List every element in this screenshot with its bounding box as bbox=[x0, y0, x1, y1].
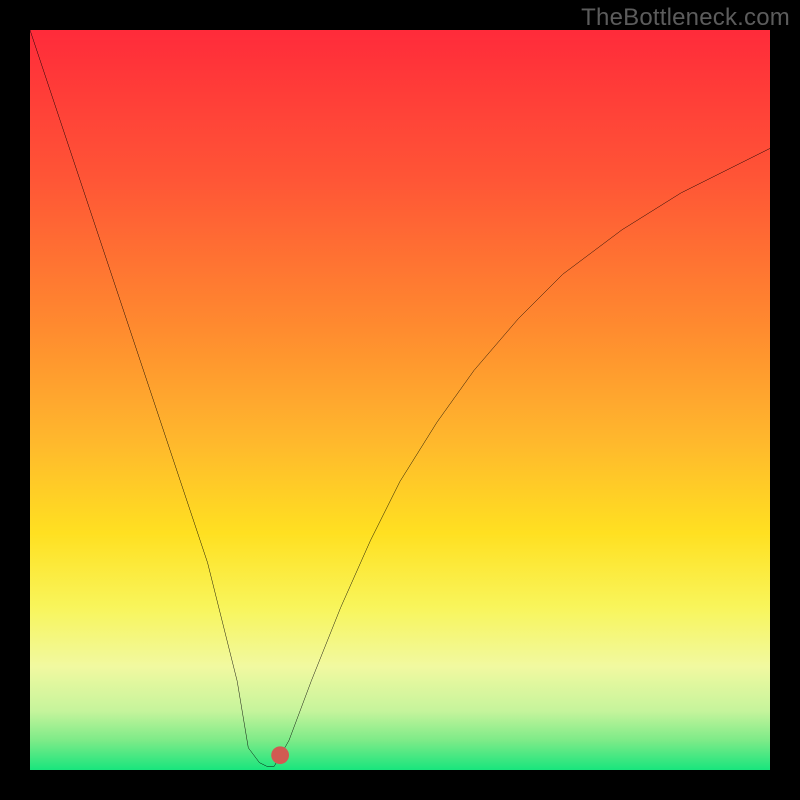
plot-area bbox=[30, 30, 770, 770]
chart-frame: TheBottleneck.com bbox=[0, 0, 800, 800]
bottleneck-curve bbox=[30, 30, 770, 770]
watermark-text: TheBottleneck.com bbox=[581, 4, 790, 32]
min-point-marker bbox=[271, 746, 289, 764]
